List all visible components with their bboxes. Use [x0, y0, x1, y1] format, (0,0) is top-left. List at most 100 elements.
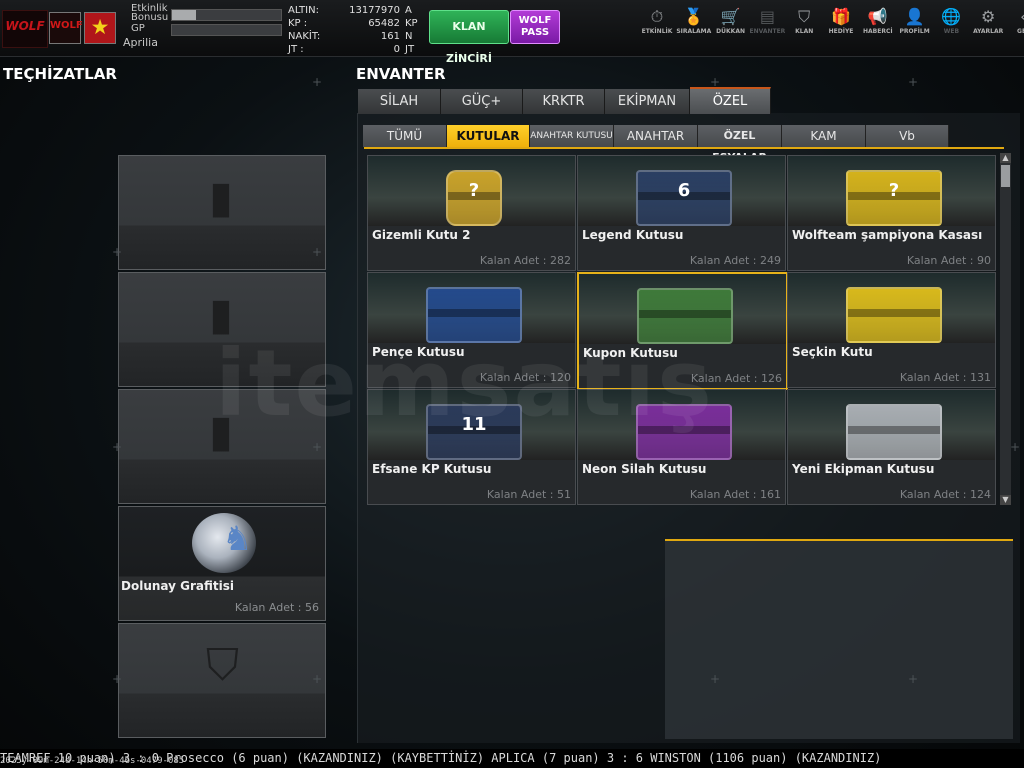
tab-0[interactable]: SİLAH [358, 89, 441, 114]
player-name: Aprilia [123, 36, 158, 49]
spray-can-icon: ▮ [208, 172, 234, 223]
currency-value: 161 [380, 31, 400, 42]
equipment-slot[interactable]: ▮ [118, 155, 326, 270]
crate-icon: 6 [636, 170, 732, 226]
item-image: 6 [578, 156, 785, 226]
gp-label: GP [131, 23, 145, 34]
full-moon-wolf-icon: ♞ [192, 513, 256, 573]
klan-zinciri-button[interactable]: KLAN ZİNCİRİ [429, 10, 509, 65]
menu-etki̇nli̇k[interactable]: ⏱ ETKİNLİK [639, 8, 675, 36]
item-image: ? [788, 156, 995, 226]
item-name: Neon Silah Kutusu [582, 462, 707, 476]
tab-2[interactable]: KRKTR [523, 89, 605, 114]
menu-label: ENVANTER [749, 28, 786, 35]
item-name: Wolfteam şampiyona Kasası [792, 228, 983, 242]
equipment-slot[interactable]: ⛉ [118, 623, 326, 738]
equipment-slot[interactable]: ♞ Dolunay Grafitisi Kalan Adet : 56 [118, 506, 326, 621]
item-name: Legend Kutusu [582, 228, 684, 242]
item-count: Kalan Adet : 90 [906, 254, 991, 267]
item-name: Yeni Ekipman Kutusu [792, 462, 935, 476]
game-logo: WOLF [2, 10, 48, 48]
item-card[interactable]: 6 Legend Kutusu Kalan Adet : 249 [577, 155, 786, 271]
shield-icon: ⛉ [798, 7, 811, 26]
menu-hedi̇ye[interactable]: 🎁 HEDİYE [823, 8, 859, 36]
scroll-thumb[interactable] [1001, 165, 1010, 187]
watermark: itemsatış [215, 330, 714, 437]
menu-envanter[interactable]: ▤ ENVANTER [749, 8, 785, 36]
menu-label: KLAN [795, 28, 814, 35]
top-bar: WOLF WOLF ★ Etkinlik Bonusu GP Aprilia A… [0, 0, 1024, 65]
item-card[interactable]: Yeni Ekipman Kutusu Kalan Adet : 124 [787, 389, 996, 505]
item-count: Kalan Adet : 124 [899, 488, 991, 501]
subtab-2[interactable]: ANAHTAR KUTUSU [530, 125, 614, 147]
cart-icon: 🛒 [720, 7, 741, 26]
currency-label: KP : [288, 18, 308, 29]
megaphone-icon: 📢 [867, 7, 888, 26]
decor-plus-icon: + [312, 245, 323, 259]
item-image: ? [368, 156, 575, 226]
menu-label: SIRALAMA [676, 28, 712, 35]
currency-label: JT : [288, 44, 304, 55]
item-count: Kalan Adet : 51 [486, 488, 571, 501]
menu-haberci̇[interactable]: 📢 HABERCİ [860, 8, 896, 36]
menu-ayarlar[interactable]: ⚙ AYARLAR [970, 8, 1006, 36]
subtab-1[interactable]: KUTULAR [447, 125, 530, 147]
decor-plus-icon: + [908, 672, 919, 686]
decor-plus-icon: + [908, 75, 919, 89]
currency-unit: N [405, 31, 413, 42]
scroll-down-icon[interactable]: ▼ [1000, 495, 1011, 505]
item-image [788, 273, 995, 343]
back-icon: « [1007, 8, 1024, 28]
menu-dükkan[interactable]: 🛒 DÜKKAN [713, 8, 749, 36]
menu-geri̇[interactable]: «GERİ [1007, 8, 1024, 36]
currency-value: 0 [393, 44, 400, 55]
crate-icon [846, 287, 942, 343]
subtab-4[interactable]: ÖZEL EŞYALAR [698, 125, 782, 164]
gp-progress-bar [171, 24, 282, 36]
menu-klan[interactable]: ⛉ KLAN [786, 8, 822, 36]
item-card[interactable]: Seçkin Kutu Kalan Adet : 131 [787, 272, 996, 388]
gear-icon: ⚙ [981, 7, 996, 26]
subtab-3[interactable]: ANAHTAR [614, 125, 698, 147]
currency-unit: JT [405, 44, 415, 55]
item-count: Kalan Adet : 131 [899, 371, 991, 384]
item-card[interactable]: ? Gizemli Kutu 2 Kalan Adet : 282 [367, 155, 576, 271]
item-count: Kalan Adet : 161 [689, 488, 781, 501]
bonus-label: Bonusu [131, 12, 169, 23]
menu-label: GERİ [1017, 28, 1024, 35]
currency-value: 65482 [368, 18, 400, 29]
menu-profi̇lm[interactable]: 👤 PROFİLM [897, 8, 933, 36]
menu-label: HEDİYE [828, 28, 854, 35]
scroll-up-icon[interactable]: ▲ [1000, 153, 1011, 163]
slot-item-name: Dolunay Grafitisi [121, 579, 234, 593]
menu-label: HABERCİ [863, 28, 893, 35]
subtab-6[interactable]: Vb [866, 125, 949, 147]
subtab-5[interactable]: KAM [782, 125, 866, 147]
currency-unit: KP [405, 18, 418, 29]
gift-icon: 🎁 [831, 7, 851, 26]
inventory-title: ENVANTER [356, 65, 446, 83]
menu-label: WEB [943, 28, 960, 35]
wolf-pass-button[interactable]: WOLF PASS [510, 10, 560, 44]
rank-star-icon: ★ [84, 12, 116, 44]
timestamp: 2025y-09m-24d-14h-50m-46s-0479-085 [0, 756, 185, 766]
menu-siralama[interactable]: 🏅 SIRALAMA [676, 8, 712, 36]
equipment-title: TEÇHİZATLAR [3, 65, 117, 83]
currency-label: ALTIN: [288, 5, 319, 16]
decor-plus-icon: + [1010, 440, 1021, 454]
tab-3[interactable]: EKİPMAN [605, 89, 690, 114]
decor-plus-icon: + [312, 75, 323, 89]
menu-label: AYARLAR [973, 28, 1004, 35]
item-card[interactable]: ? Wolfteam şampiyona Kasası Kalan Adet : 9… [787, 155, 996, 271]
currency-unit: A [405, 5, 412, 16]
profile-icon: 👤 [904, 7, 925, 26]
slot-item-count: Kalan Adet : 56 [234, 601, 319, 614]
tab-4[interactable]: ÖZEL [690, 87, 771, 114]
shield-icon: ⛉ [206, 640, 239, 691]
subtab-0[interactable]: TÜMÜ [363, 125, 447, 147]
item-count: Kalan Adet : 282 [479, 254, 571, 267]
tab-1[interactable]: GÜÇ+ [441, 89, 523, 114]
stopwatch-icon: ⏱ [650, 7, 664, 26]
menu-web[interactable]: 🌐 WEB [933, 8, 969, 36]
currency-value: 13177970 [349, 5, 400, 16]
